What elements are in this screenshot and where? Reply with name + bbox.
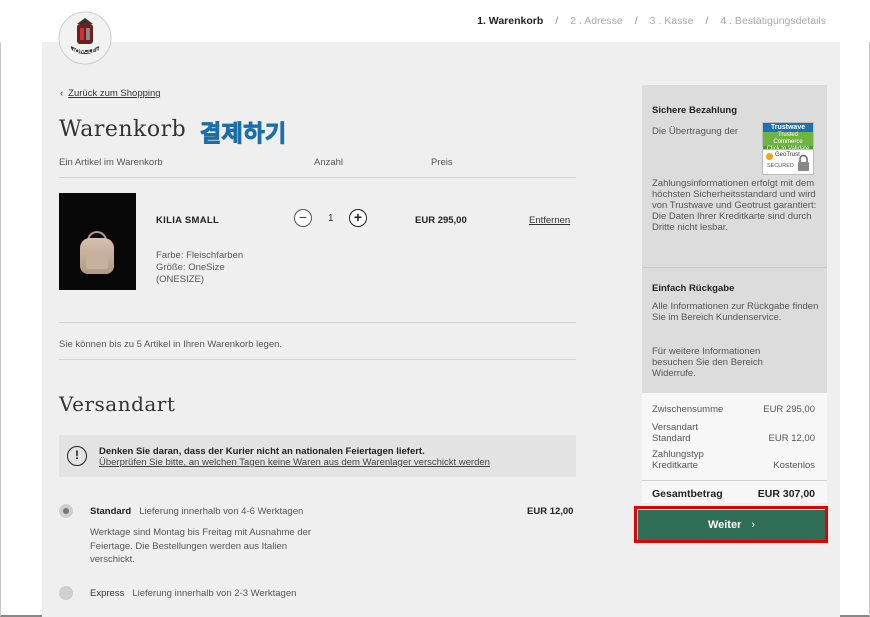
secure-payment-title: Sichere Bezahlung <box>652 105 737 116</box>
geotrust-dot-icon <box>766 153 773 160</box>
product-image[interactable] <box>59 193 136 290</box>
subtotal-row: Zwischensumme EUR 295,00 <box>652 404 815 415</box>
moncler-logo[interactable]: MONCLER <box>57 10 113 66</box>
geotrust-badge-sub: SECURED <box>767 163 794 169</box>
product-color: Farbe: Fleischfarben <box>156 250 244 261</box>
withdrawal-info-text: Für weitere Informationen besuchen Sie d… <box>652 346 763 379</box>
secure-payment-text-intro: Die Übertragung der <box>652 126 739 137</box>
secure-payment-text: Zahlungsinformationen erfolgt mit dem hö… <box>652 178 817 233</box>
shipping-radio-standard[interactable] <box>59 504 73 518</box>
payment-label: Zahlungstyp Kreditkarte <box>652 449 704 471</box>
back-link-label: Zurück zum Shopping <box>68 88 161 99</box>
cart-limit-note: Sie können bis zu 5 Artikel in Ihren War… <box>59 339 283 350</box>
continue-button[interactable]: Weiter › <box>638 510 825 540</box>
step-separator: / <box>634 15 638 27</box>
quantity-value: 1 <box>328 213 334 224</box>
total-label: Gesamtbetrag <box>652 488 723 500</box>
trustwave-badge[interactable]: Trustwave Trusted Commerce Click to Vali… <box>762 122 814 153</box>
info-icon: ! <box>67 446 87 466</box>
order-summary: Zwischensumme EUR 295,00 Versandart Stand… <box>642 393 827 503</box>
divider <box>59 322 576 323</box>
price-column-header: Preis <box>431 157 453 168</box>
overlay-annotation: 결제하기 <box>200 121 287 148</box>
step-confirmation[interactable]: 4 . Bestätigungsdetails <box>720 15 826 27</box>
backpack-pocket-shape <box>86 255 108 269</box>
chevron-left-icon: ‹ <box>60 88 64 99</box>
payment-value: Kostenlos <box>773 460 815 471</box>
step-address[interactable]: 2 . Adresse <box>570 15 623 27</box>
logo-text: MONCLER <box>70 49 101 55</box>
holiday-info-link[interactable]: Überprüfen Sie bitte, an welchen Tagen k… <box>99 457 490 468</box>
total-row: Gesamtbetrag EUR 307,00 <box>652 488 815 500</box>
step-separator: / <box>555 15 559 27</box>
checkout-steps: 1. Warenkorb / 2 . Adresse / 3 . Kasse / 4 . B… <box>477 15 826 27</box>
easy-return-title: Einfach Rückgabe <box>652 283 735 294</box>
lock-icon <box>798 154 809 171</box>
summary-divider <box>642 480 827 481</box>
step-checkout[interactable]: 3 . Kasse <box>650 15 694 27</box>
shipping-option-description: Lieferung innerhalb von 2-3 Werktagen <box>132 588 297 599</box>
increment-quantity-button[interactable]: + <box>349 209 367 227</box>
quantity-column-header: Anzahl <box>314 157 344 168</box>
payment-row: Zahlungstyp Kreditkarte Kostenlos <box>652 449 815 471</box>
product-size: Größe: OneSize <box>156 262 225 273</box>
shipping-option-name: Express <box>90 588 125 599</box>
product-size-code: (ONESIZE) <box>156 274 205 285</box>
step-cart[interactable]: 1. Warenkorb <box>477 15 543 27</box>
subtotal-label: Zwischensumme <box>652 404 724 415</box>
shipping-row: Versandart Standard EUR 12,00 <box>652 422 815 444</box>
shipping-option-description: Lieferung innerhalb von 4-6 Werktagen <box>139 506 304 517</box>
decrement-quantity-button[interactable]: − <box>294 209 312 227</box>
item-count: Ein Artikel im Warenkorb <box>59 157 163 168</box>
shipping-option-price: EUR 12,00 <box>527 506 574 517</box>
product-name[interactable]: KILIA SMALL <box>156 215 219 226</box>
subtotal-value: EUR 295,00 <box>763 404 815 415</box>
shipping-title: Versandart <box>59 392 176 416</box>
total-value: EUR 307,00 <box>757 488 815 500</box>
geotrust-badge[interactable]: GeoTrust SECURED <box>762 149 814 175</box>
remove-item-link[interactable]: Entfernen <box>529 215 570 226</box>
easy-return-text: Alle Informationen zur Rückgabe finden S… <box>652 301 819 323</box>
shipping-option-standard[interactable]: Standard Lieferung innerhalb von 4-6 Werk… <box>90 506 303 517</box>
divider <box>59 177 576 178</box>
shipping-label: Versandart Standard <box>652 422 698 444</box>
continue-button-label: Weiter <box>707 519 742 531</box>
shipping-option-express[interactable]: Express Lieferung innerhalb von 2-3 Werkt… <box>90 588 296 599</box>
holiday-notice: ! Denken Sie daran, dass der Kurier nich… <box>59 435 576 477</box>
chevron-right-icon: › <box>751 519 756 531</box>
shipping-option-info: Werktage sind Montag bis Freitag mit Aus… <box>90 527 312 565</box>
trustwave-badge-label: Trustwave <box>763 123 813 132</box>
shipping-radio-express[interactable] <box>59 586 73 600</box>
notice-title: Denken Sie daran, dass der Kurier nicht … <box>99 446 425 457</box>
page-title: Warenkorb <box>59 117 187 142</box>
shipping-option-name: Standard <box>90 506 132 517</box>
easy-return-panel: Einfach Rückgabe Alle Informationen zur … <box>642 267 827 393</box>
secure-payment-panel: Sichere Bezahlung Die Übertragung der Tr… <box>642 85 827 267</box>
shipping-value: EUR 12,00 <box>768 433 815 444</box>
trustwave-badge-sub: Trusted Commerce <box>763 132 813 146</box>
step-separator: / <box>705 15 709 27</box>
divider <box>59 359 576 360</box>
item-price: EUR 295,00 <box>415 215 467 226</box>
back-to-shopping-link[interactable]: ‹ Zurück zum Shopping <box>60 88 161 99</box>
